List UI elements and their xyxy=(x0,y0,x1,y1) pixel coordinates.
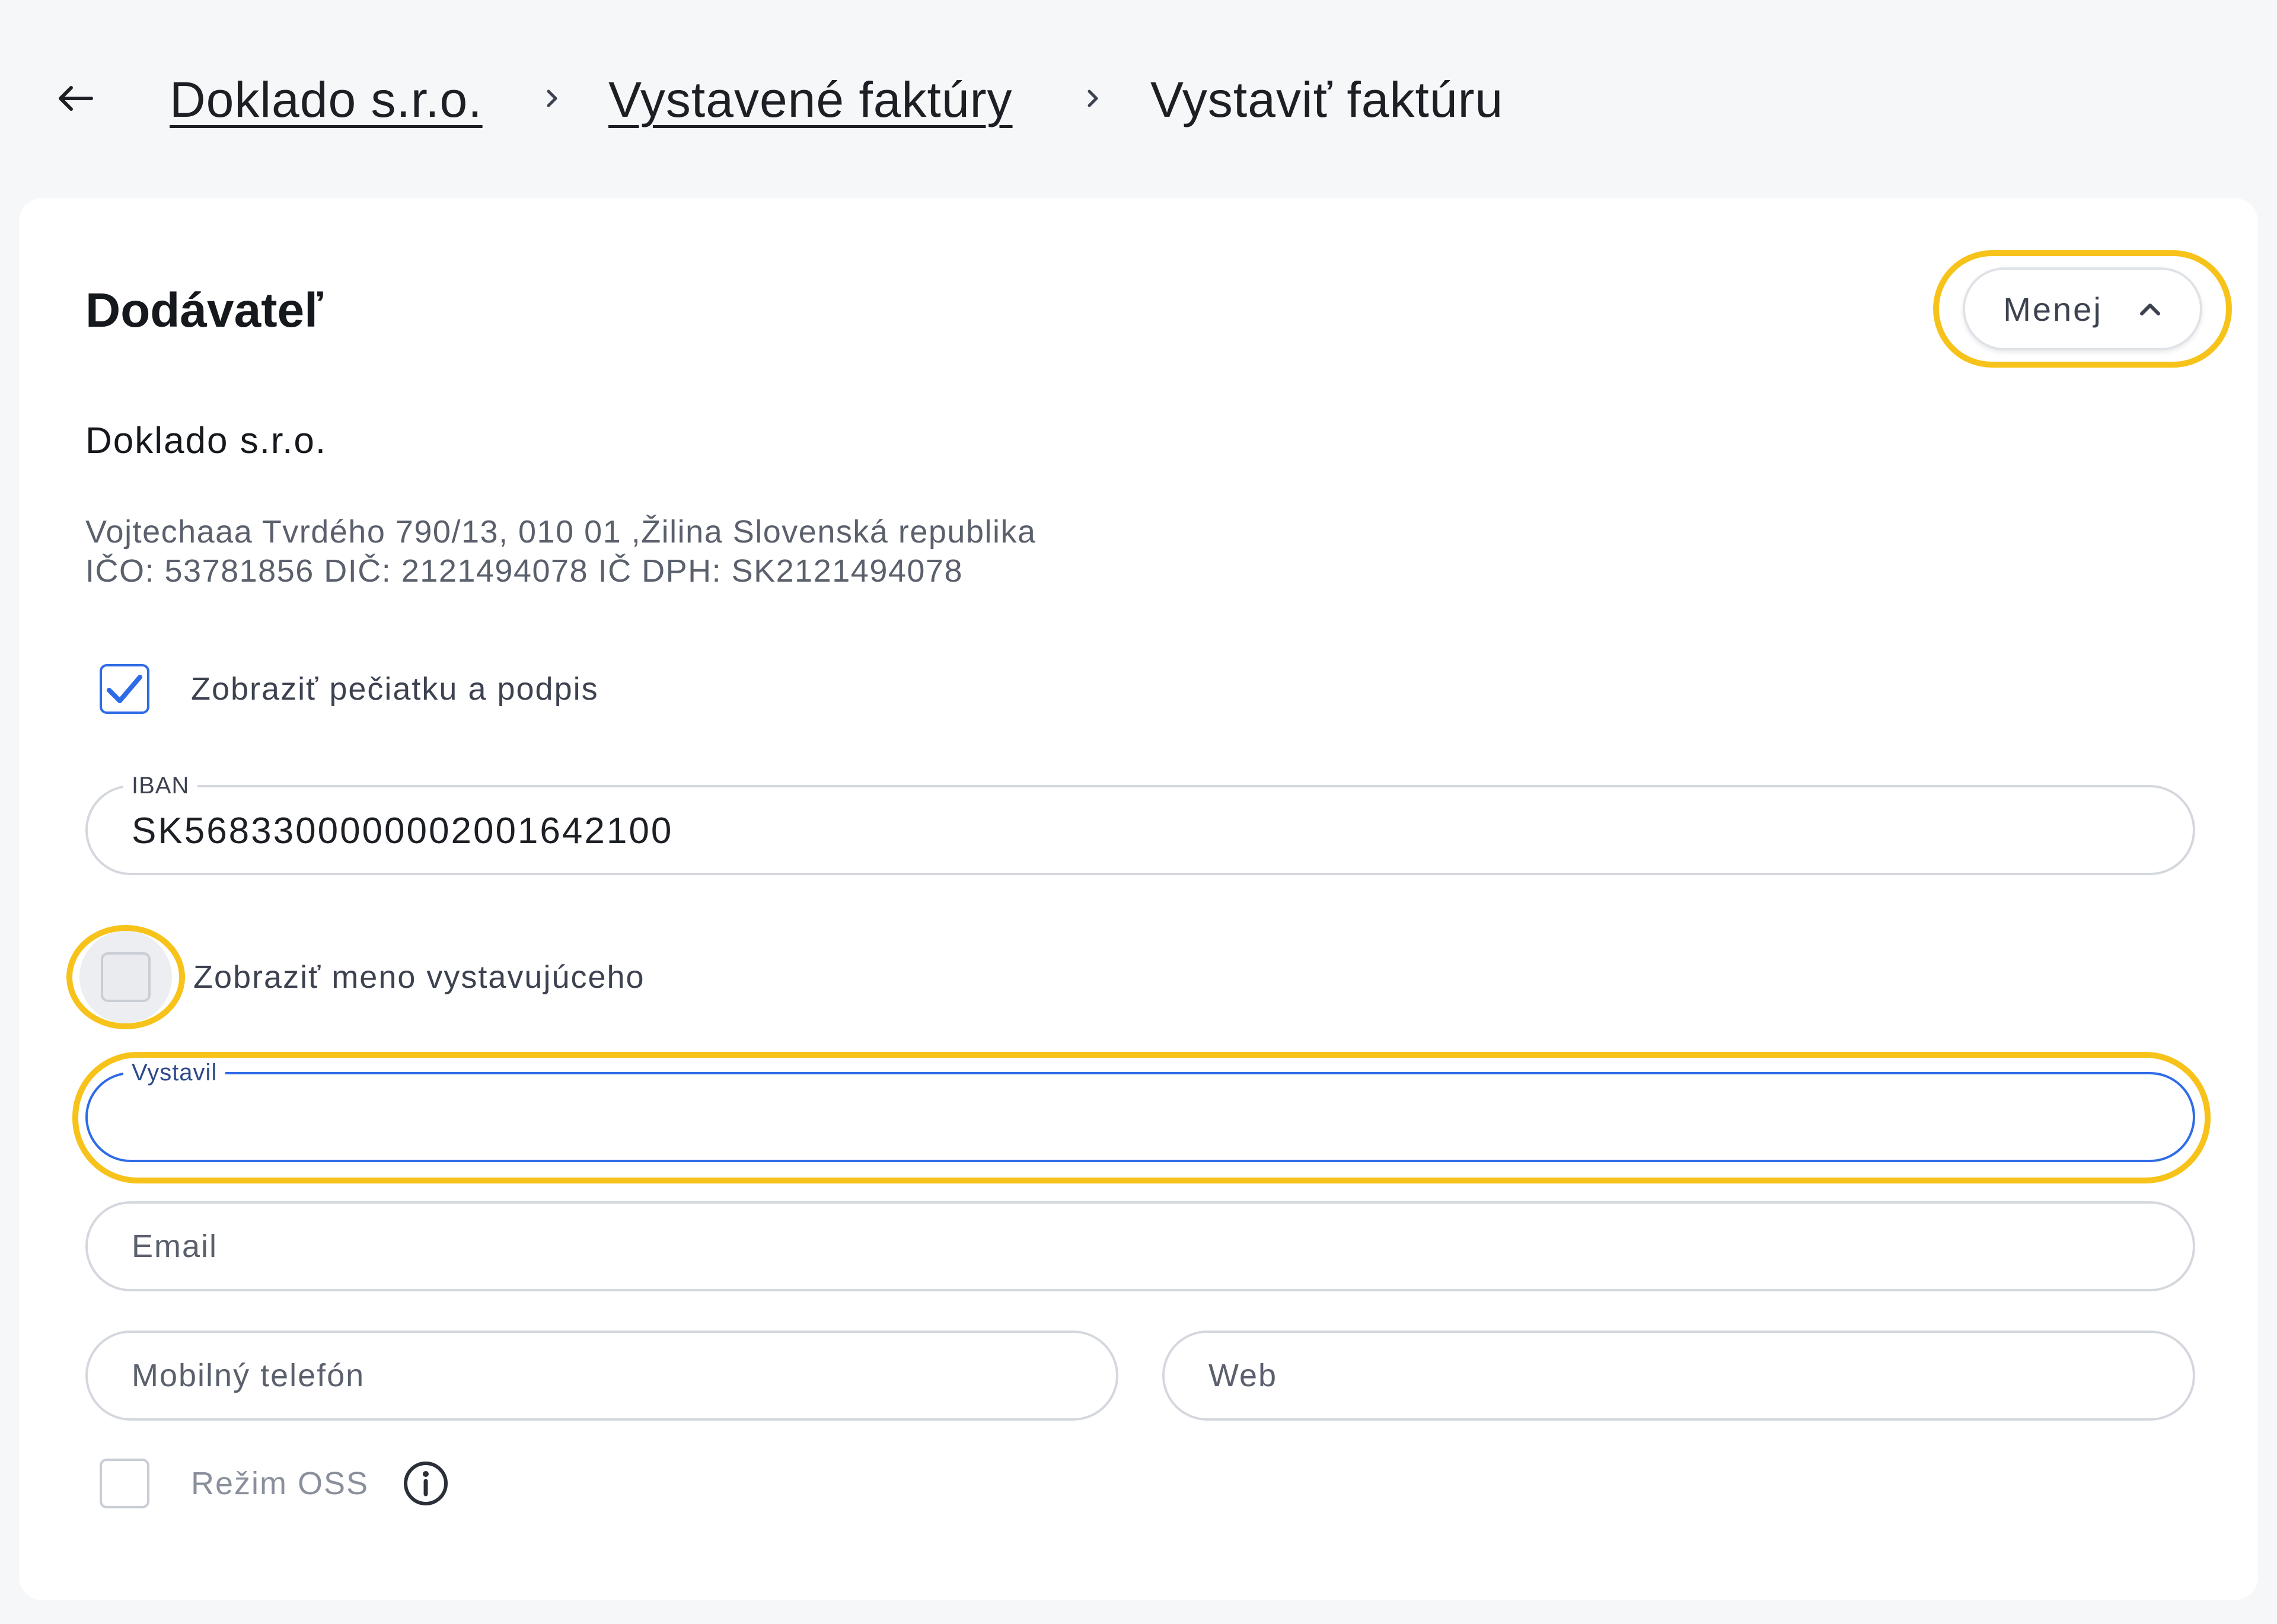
company-ids: IČO: 53781856 DIČ: 2121494078 IČ DPH: SK… xyxy=(85,553,963,589)
collapse-button-label: Menej xyxy=(2003,290,2103,328)
chevron-right-icon xyxy=(537,77,567,120)
show-issuer-row: Zobraziť meno vystavujúceho xyxy=(66,925,645,1029)
issuer-field[interactable]: Vystavil xyxy=(85,1059,2195,1162)
breadcrumb-company-link[interactable]: Doklado s.r.o. xyxy=(170,70,483,129)
section-title: Dodávateľ xyxy=(85,283,323,337)
iban-value[interactable]: SK5683300000002001642100 xyxy=(132,809,673,854)
breadcrumb: Doklado s.r.o. Vystavené faktúry Vystavi… xyxy=(0,0,2277,196)
focus-ring: Menej xyxy=(1933,250,2232,368)
company-address: Vojtechaaa Tvrdého 790/13, 010 01 ,Žilin… xyxy=(85,514,1037,550)
breadcrumb-current: Vystaviť faktúru xyxy=(1150,72,1504,127)
checkbox-holder xyxy=(66,1441,183,1526)
checkmark-icon xyxy=(107,675,142,703)
back-arrow-icon[interactable] xyxy=(51,77,98,120)
info-icon[interactable] xyxy=(402,1460,449,1507)
chevron-up-icon xyxy=(2139,304,2160,315)
checkbox-holder xyxy=(66,637,183,741)
email-placeholder: Email xyxy=(132,1229,218,1264)
show-stamp-checkbox[interactable] xyxy=(100,664,149,714)
phone-placeholder: Mobilný telefón xyxy=(132,1358,365,1393)
focus-ring xyxy=(66,925,185,1029)
oss-checkbox[interactable] xyxy=(100,1459,149,1508)
oss-row: Režim OSS xyxy=(85,1441,449,1526)
company-name: Doklado s.r.o. xyxy=(85,420,327,461)
chevron-right-icon xyxy=(1078,77,1108,120)
show-stamp-row: Zobraziť pečiatku a podpis xyxy=(85,637,599,741)
issuer-label: Vystavil xyxy=(123,1059,226,1086)
collapse-button[interactable]: Menej xyxy=(1963,267,2202,350)
iban-label: IBAN xyxy=(123,772,198,799)
show-issuer-label: Zobraziť meno vystavujúceho xyxy=(193,959,645,995)
iban-field[interactable]: IBAN SK5683300000002001642100 xyxy=(85,772,2195,875)
email-field[interactable]: Email xyxy=(85,1201,2195,1291)
supplier-card: Dodávateľ Menej Doklado s.r.o. Vojtechaa… xyxy=(19,198,2258,1600)
checkbox-hover-circle xyxy=(79,931,172,1023)
phone-field[interactable]: Mobilný telefón xyxy=(85,1331,1118,1421)
web-field[interactable]: Web xyxy=(1162,1331,2195,1421)
breadcrumb-invoices-link[interactable]: Vystavené faktúry xyxy=(608,70,1013,129)
web-placeholder: Web xyxy=(1208,1358,1278,1393)
oss-label: Režim OSS xyxy=(191,1466,369,1501)
show-stamp-label: Zobraziť pečiatku a podpis xyxy=(191,671,599,707)
show-issuer-checkbox[interactable] xyxy=(101,952,151,1002)
